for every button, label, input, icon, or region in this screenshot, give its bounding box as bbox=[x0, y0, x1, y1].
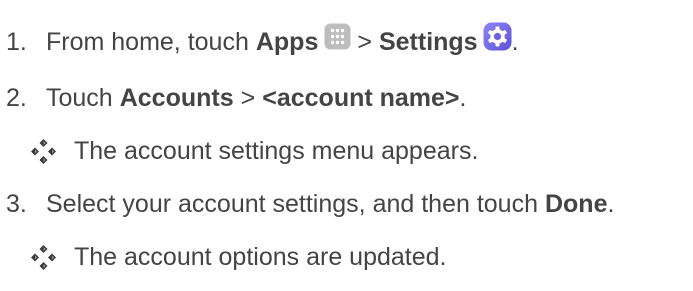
account-name-placeholder: <account name> bbox=[262, 83, 460, 112]
instruction-list: 1. From home, touch Apps > Settings . 2.… bbox=[0, 0, 693, 291]
step-1: 1. From home, touch Apps > Settings . bbox=[0, 22, 519, 62]
step-number: 2. bbox=[6, 83, 27, 112]
separator: > bbox=[240, 83, 256, 112]
apps-label: Apps bbox=[255, 27, 319, 56]
diamond-bullet-icon bbox=[30, 244, 57, 271]
step-text: Select your account settings, and then t… bbox=[46, 189, 538, 218]
result-text: The account settings menu appears. bbox=[74, 136, 479, 165]
step-end: . bbox=[511, 27, 519, 56]
separator: > bbox=[357, 27, 372, 56]
accounts-label: Accounts bbox=[119, 83, 234, 112]
settings-gear-icon bbox=[483, 22, 512, 51]
result-text: The account options are updated. bbox=[74, 242, 447, 271]
step-text: From home, touch bbox=[46, 27, 249, 56]
step-end: . bbox=[459, 83, 467, 112]
step-number: 1. bbox=[6, 27, 27, 56]
step-number: 3. bbox=[6, 189, 27, 218]
apps-grid-icon bbox=[324, 23, 351, 50]
result-2: The account options are updated. bbox=[30, 237, 447, 277]
step-3: 3. Select your account settings, and the… bbox=[0, 184, 614, 224]
step-text: Touch bbox=[46, 83, 113, 112]
step-2: 2. Touch Accounts > <account name> . bbox=[0, 78, 467, 118]
settings-label: Settings bbox=[378, 27, 478, 56]
result-1: The account settings menu appears. bbox=[30, 131, 478, 171]
step-end: . bbox=[607, 189, 615, 218]
done-label: Done bbox=[544, 189, 608, 218]
diamond-bullet-icon bbox=[30, 138, 57, 165]
